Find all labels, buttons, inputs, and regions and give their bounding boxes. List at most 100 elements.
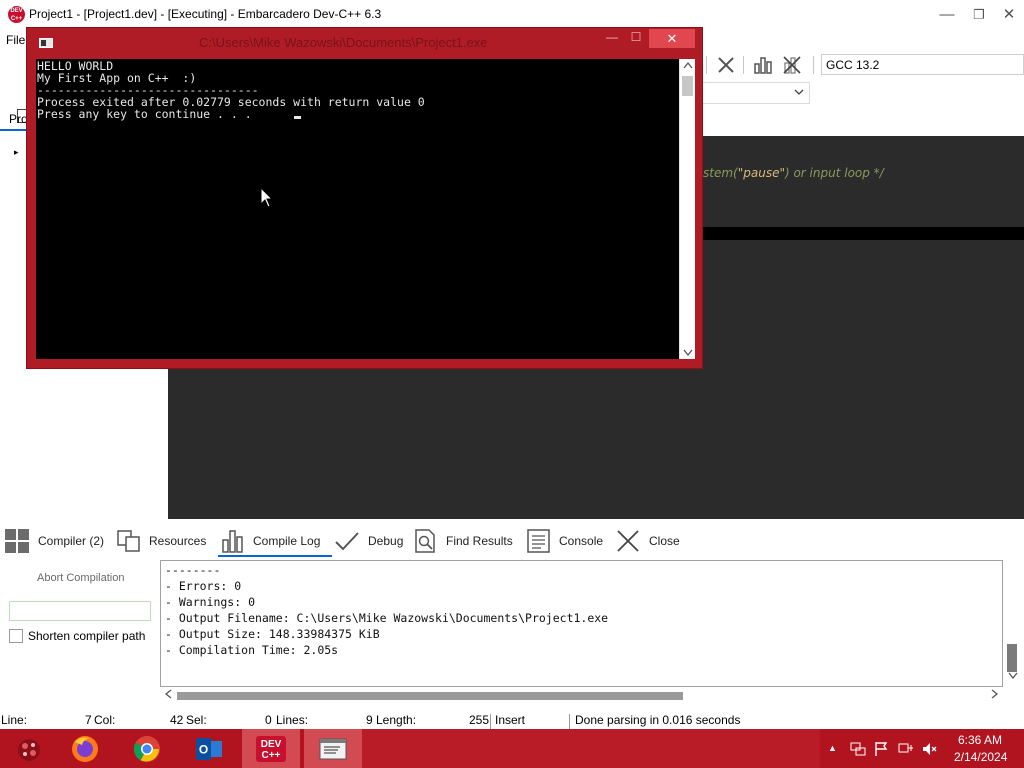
find-icon [415, 529, 435, 553]
status-sel-label: Sel: [186, 713, 207, 727]
console-app-icon [39, 38, 53, 48]
status-insert-mode: Insert [495, 713, 526, 727]
console-icon [527, 529, 550, 553]
current-line-highlight [703, 227, 1024, 240]
svg-text:C++: C++ [262, 750, 281, 761]
minimize-button[interactable]: — [931, 0, 963, 30]
delete-profile-icon[interactable] [782, 55, 802, 75]
tab-compile-log-label: Compile Log [253, 534, 321, 548]
status-col-value: 42 [170, 713, 184, 727]
status-lines-value: 9 [366, 713, 373, 727]
volume-muted-icon[interactable] [921, 741, 937, 757]
tab-active-indicator [218, 555, 332, 557]
tab-find-results[interactable]: Find Results [414, 524, 513, 558]
log-line: - Errors: 0 [165, 579, 242, 593]
log-line: - Output Filename: C:\Users\Mike Wazowsk… [165, 611, 609, 625]
toolbar-separator [813, 56, 814, 74]
function-combo[interactable] [700, 82, 810, 104]
status-length-label: Length: [376, 713, 417, 727]
comment-string: "pause" [737, 166, 785, 180]
start-orb-icon [18, 738, 40, 761]
menu-file[interactable]: File [6, 33, 25, 47]
taskbar: O DEV C++ ▲ 6:36 AM 2/14/2024 [0, 729, 1024, 768]
shorten-path-label: Shorten compiler path [28, 629, 146, 643]
taskbar-outlook[interactable]: O [180, 729, 238, 768]
grid-icon [5, 529, 29, 553]
scrollbar-thumb[interactable] [682, 76, 693, 96]
text-cursor [294, 116, 301, 119]
status-message: Done parsing in 0.016 seconds [575, 713, 741, 727]
log-line: - Compilation Time: 2.05s [165, 643, 339, 657]
compiler-select[interactable]: GCC 13.2 [821, 54, 1024, 75]
chevron-down-icon [794, 89, 804, 95]
taskbar-chrome[interactable] [118, 729, 176, 768]
console-maximize-button[interactable]: ☐ [626, 30, 646, 48]
console-scrollbar[interactable] [679, 59, 695, 359]
compile-log-output[interactable]: -------- - Errors: 0 - Warnings: 0 - Out… [160, 560, 1003, 687]
console-minimize-button[interactable]: — [602, 30, 622, 48]
log-line: - Warnings: 0 [165, 595, 256, 609]
devcpp-icon: DEV C++ [256, 735, 286, 762]
network-icon[interactable] [850, 741, 866, 757]
clock-date[interactable]: 2/14/2024 [954, 750, 1007, 764]
status-sel-value: 0 [265, 713, 272, 727]
tab-debug-label: Debug [368, 534, 404, 548]
show-hidden-icons[interactable]: ▲ [828, 743, 837, 753]
svg-text:DEV: DEV [261, 739, 282, 750]
status-col-label: Col: [94, 713, 116, 727]
ethernet-icon[interactable] [898, 741, 914, 757]
taskbar-console[interactable] [304, 729, 362, 768]
status-bar: Line: 7 Col: 42 Sel: 0 Lines: 9 Length: … [0, 712, 1024, 730]
status-separator [569, 714, 570, 729]
tab-debug[interactable]: Debug [334, 524, 403, 558]
log-horizontal-scrollbar[interactable] [160, 688, 1003, 704]
taskbar-firefox[interactable] [56, 729, 114, 768]
outlook-icon: O [196, 737, 222, 760]
comment-prefix: stem( [703, 166, 738, 180]
maximize-button[interactable]: ❐ [963, 0, 995, 30]
tab-resources[interactable]: Resources [117, 524, 206, 558]
firefox-icon [72, 735, 98, 762]
shorten-path-checkbox[interactable] [9, 629, 23, 643]
scrollbar-thumb[interactable] [1007, 644, 1017, 672]
status-length-value: 255 [469, 713, 490, 727]
clock-time[interactable]: 6:36 AM [958, 733, 1002, 747]
console-output[interactable]: HELLO WORLD My First App on C++ :) -----… [36, 59, 679, 359]
checkmark-icon [335, 532, 359, 551]
close-icon [617, 530, 639, 552]
close-button[interactable]: ✕ [993, 0, 1024, 30]
tab-console[interactable]: Console [527, 524, 603, 558]
tab-compile-log[interactable]: Compile Log [221, 524, 320, 558]
profile-chart-icon[interactable] [753, 55, 773, 75]
taskbar-devcpp[interactable]: DEV C++ [242, 729, 300, 768]
tab-project[interactable]: Pro [0, 109, 28, 129]
toolbar-separator [706, 56, 707, 74]
tab-close[interactable]: Close [615, 524, 680, 558]
scrollbar-thumb[interactable] [177, 692, 683, 700]
log-line: -------- [165, 563, 221, 577]
console-window[interactable]: C:\Users\Mike Wazowski\Documents\Project… [26, 27, 703, 369]
tab-compiler[interactable]: Compiler (2) [4, 524, 104, 558]
scroll-down-icon[interactable] [683, 349, 693, 357]
stop-execution-icon[interactable] [716, 55, 736, 75]
title-bar: DEV C++ Project1 - [Project1.dev] - [Exe… [0, 0, 1024, 30]
log-vertical-scrollbar[interactable] [1004, 560, 1021, 687]
scroll-up-icon[interactable] [683, 61, 693, 69]
code-comment: stem("pause") or input loop */ [703, 166, 884, 180]
devcpp-app-icon: DEV C++ [8, 6, 25, 23]
console-close-button[interactable]: ✕ [649, 29, 695, 48]
scroll-down-icon[interactable] [1008, 672, 1018, 680]
console-line: Press any key to continue . . . [37, 107, 259, 121]
abort-compilation-button[interactable]: Abort Compilation [37, 572, 124, 584]
status-separator [490, 714, 491, 729]
scroll-left-icon[interactable] [164, 689, 172, 699]
tab-resources-label: Resources [149, 534, 207, 548]
start-button[interactable] [0, 729, 58, 768]
status-line-label: Line: [1, 713, 28, 727]
scroll-right-icon[interactable] [991, 689, 999, 699]
tab-find-results-label: Find Results [446, 534, 513, 548]
resources-icon [117, 530, 140, 552]
tree-expand-icon[interactable]: ▸ [14, 147, 19, 158]
flag-icon[interactable] [874, 741, 890, 757]
bottom-panel-tabs: Compiler (2) Resources Compile Log Debug… [0, 524, 1024, 558]
